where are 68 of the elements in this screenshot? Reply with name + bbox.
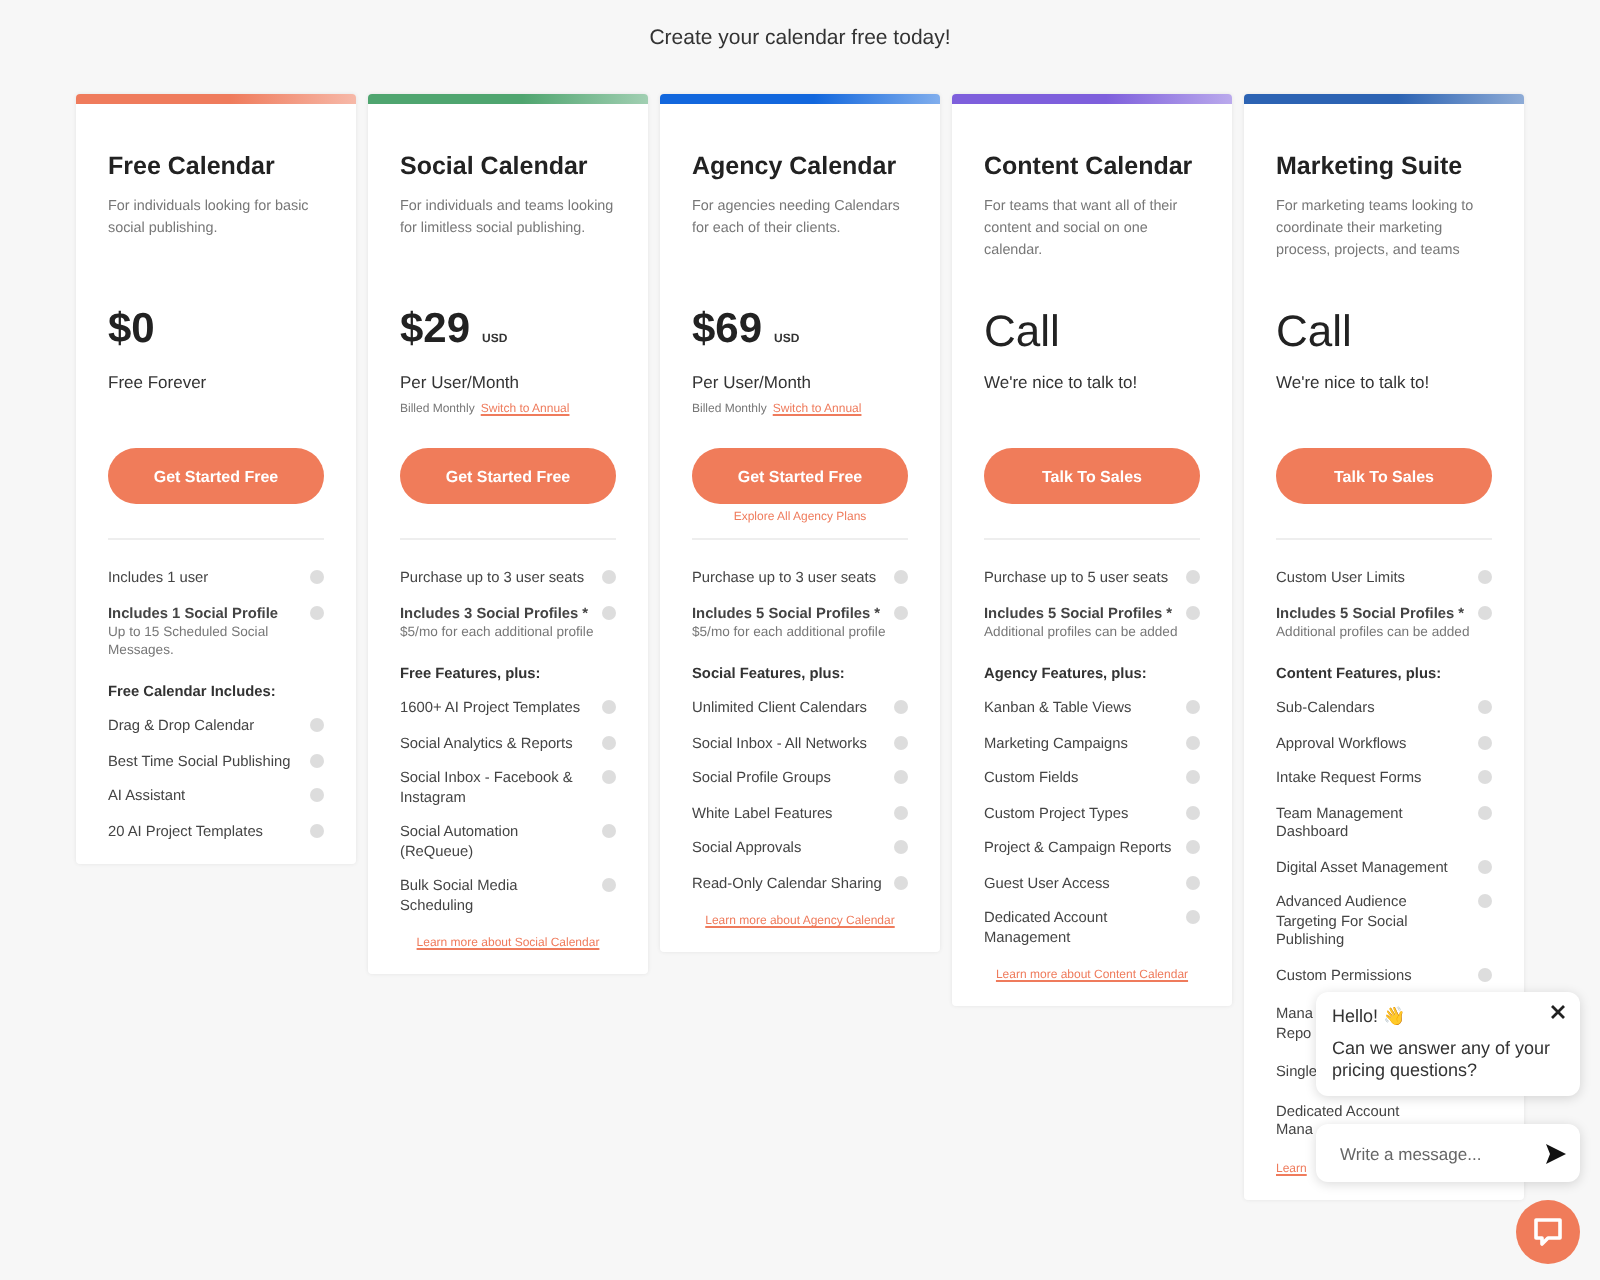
cta-button[interactable]: Get Started Free [108,448,324,504]
plan-price: Call [1276,306,1352,358]
cta-button[interactable]: Talk To Sales [1276,448,1492,504]
info-icon[interactable] [1186,770,1200,784]
plan-price: $29 [400,306,471,354]
plan-title: Social Calendar [400,152,590,180]
info-icon[interactable] [1478,570,1492,584]
price-period: Free Forever [108,372,209,392]
info-icon[interactable] [1478,735,1492,749]
info-icon[interactable] [602,700,616,714]
info-icon[interactable] [894,770,908,784]
info-icon[interactable] [310,823,324,837]
price-period: Per User/Month [692,372,814,392]
message-field[interactable]: Write a message... [1316,1124,1580,1182]
plan-title: Marketing Suite [1276,152,1465,180]
info-icon[interactable] [1186,735,1200,749]
info-icon[interactable] [602,770,616,784]
info-icon[interactable] [1478,967,1492,981]
plan-title: Free Calendar [108,152,277,180]
info-icon[interactable] [310,718,324,732]
cta-button[interactable]: Talk To Sales [984,448,1200,504]
info-icon[interactable] [1186,840,1200,854]
info-icon[interactable] [1478,894,1492,908]
price-period: We're nice to talk to! [1276,372,1432,392]
price-period: Per User/Month [400,372,522,392]
info-icon[interactable] [602,570,616,584]
info-icon[interactable] [310,570,324,584]
info-icon[interactable] [894,875,908,889]
plan-price: $69 [692,306,763,354]
info-icon[interactable] [1186,875,1200,889]
plan-price: $0 [108,306,155,354]
info-icon[interactable] [310,753,324,767]
info-icon[interactable] [1478,859,1492,873]
plan-title: Content Calendar [984,152,1195,180]
info-icon[interactable] [894,735,908,749]
info-icon[interactable] [894,840,908,854]
info-icon[interactable] [894,805,908,819]
info-icon[interactable] [1478,770,1492,784]
info-icon[interactable] [310,788,324,802]
info-icon[interactable] [894,570,908,584]
info-icon[interactable] [1186,605,1200,619]
info-icon[interactable] [310,605,324,619]
info-icon[interactable] [602,605,616,619]
plan-title: Agency Calendar [692,152,899,180]
message-input[interactable]: Write a message... [1336,1141,1528,1165]
info-icon[interactable] [602,824,616,838]
chat-question: Can we answer any of your pricing questions? [1332,1038,1553,1082]
price-period: We're nice to talk to! [984,372,1140,392]
subtitle: Create your calendar free today! [649,26,951,50]
info-icon[interactable] [1186,910,1200,924]
info-icon[interactable] [1186,700,1200,714]
cta-button[interactable]: Get Started Free [692,448,908,504]
info-icon[interactable] [1186,570,1200,584]
info-icon[interactable] [602,735,616,749]
close-icon[interactable] [1548,1002,1568,1022]
cta-button[interactable]: Get Started Free [400,448,616,504]
chat-greeting: Hello! 👋 [1332,1006,1408,1026]
info-icon[interactable] [602,878,616,892]
info-icon[interactable] [1186,805,1200,819]
info-icon[interactable] [894,605,908,619]
chat-icon [1532,1216,1564,1248]
info-icon[interactable] [1478,700,1492,714]
chat-button[interactable] [1516,1200,1580,1264]
info-icon[interactable] [1478,805,1492,819]
plan-price: Call [984,306,1060,358]
send-icon[interactable] [1544,1141,1568,1165]
info-icon[interactable] [1478,605,1492,619]
info-icon[interactable] [894,700,908,714]
